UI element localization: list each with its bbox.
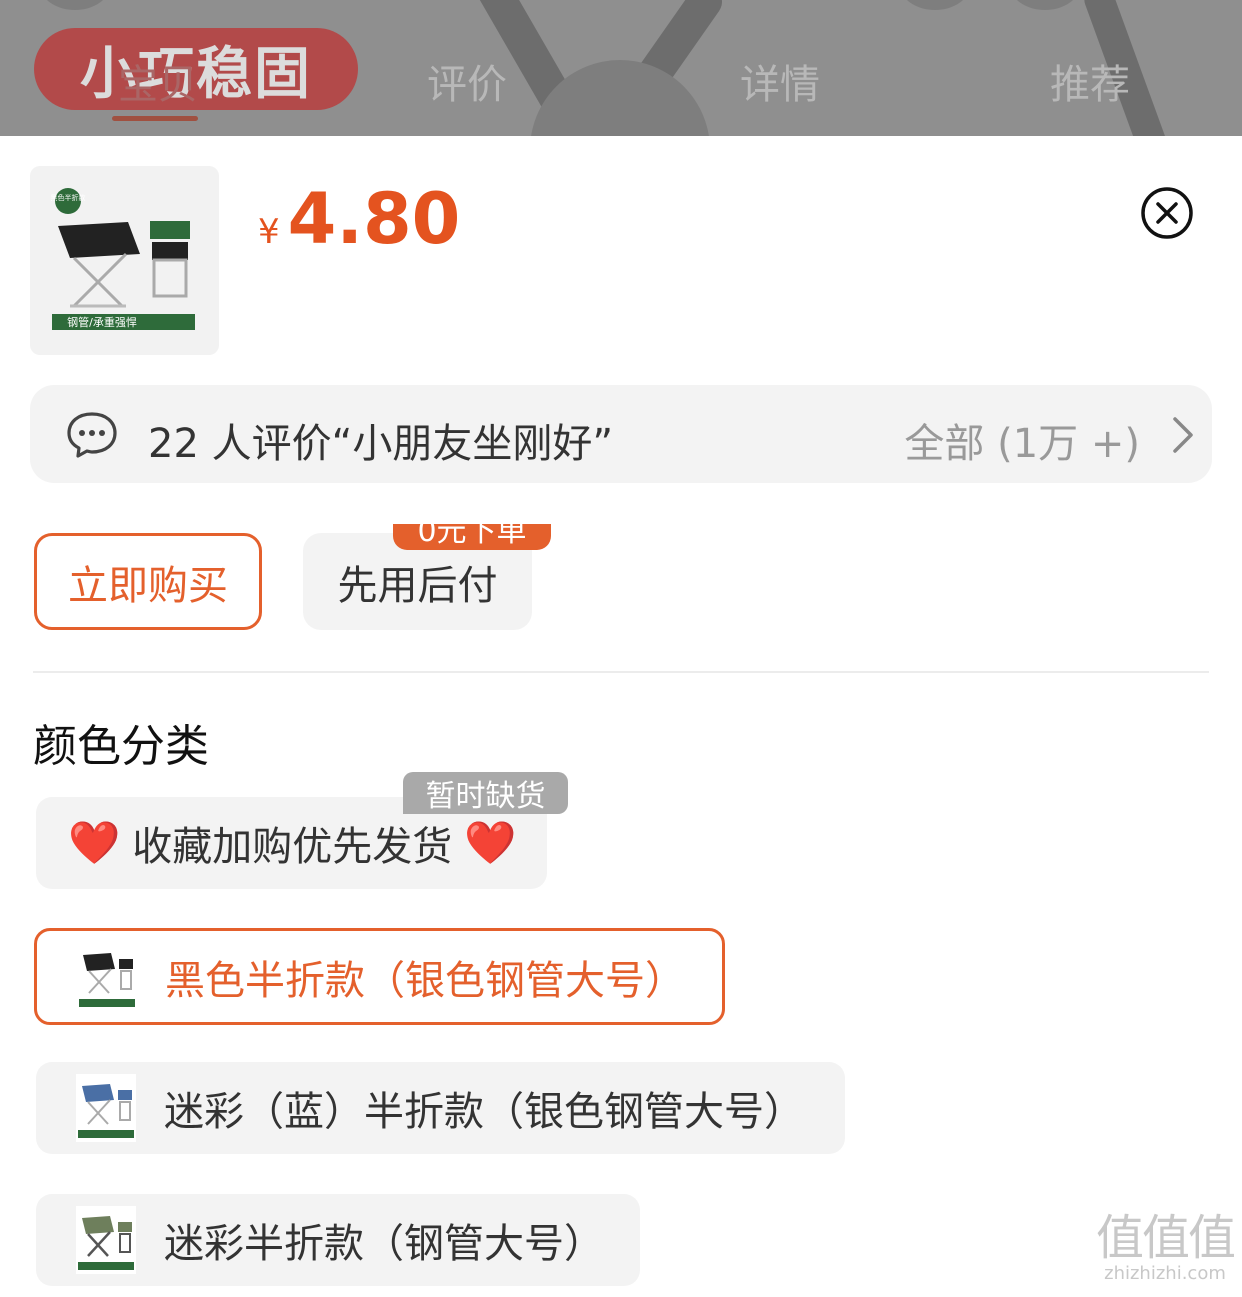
close-button[interactable] [1140,186,1194,240]
tab-reviews[interactable]: 评价 [427,52,507,110]
buy-now-button[interactable]: 立即购买 [34,533,262,630]
product-image: 黑色半折款 钢管/承重强悍 [51,188,195,330]
background-product-image [40,0,110,10]
product-price: ¥ 4.80 [258,178,460,260]
background-product-image [900,0,970,10]
price-currency: ¥ [258,212,280,252]
tab-active-indicator [112,116,198,121]
review-summary-bar[interactable]: 22 人评价“小朋友坐刚好” 全部 (1万 +) [30,385,1212,483]
tab-details[interactable]: 详情 [740,52,820,110]
heart-icon: ❤️ [68,818,121,867]
review-summary-text: 22 人评价“小朋友坐刚好” [148,421,614,467]
close-circle-icon [1141,187,1193,239]
sku-option-label: 迷彩（蓝）半折款（银色钢管大号） [164,1089,804,1135]
background-overlay: 小巧稳固 宝贝 评价 详情 推荐 [0,0,1242,136]
watermark-url: zhizhizhi.com [1104,1263,1226,1284]
thumb-badge-text: 黑色半折款 [51,193,86,202]
divider [33,671,1209,673]
sku-thumbnail [77,942,137,1011]
tab-item[interactable]: 宝贝 [118,52,198,110]
watermark: 值值值 zhizhizhi.com [1095,1210,1236,1284]
watermark-logo: 值值值 [1095,1210,1236,1266]
sku-option-black-half-fold[interactable]: 黑色半折款（银色钢管大号） [34,928,725,1025]
sku-option-label: 黑色半折款（银色钢管大号） [165,957,685,1004]
tab-recommend[interactable]: 推荐 [1050,52,1130,110]
out-of-stock-badge: 暂时缺货 [403,772,568,814]
sku-section-title: 颜色分类 [33,721,209,772]
pay-later-badge: 0元下单 [393,524,551,550]
chevron-right-icon [1173,417,1193,453]
sku-option-camo[interactable]: 迷彩半折款（钢管大号） [36,1194,640,1286]
sku-option-camo-blue[interactable]: 迷彩（蓝）半折款（银色钢管大号） [36,1062,845,1154]
heart-icon: ❤️ [464,818,517,867]
review-all-link[interactable]: 全部 (1万 +) [904,411,1140,469]
background-product-image [1010,0,1080,10]
chat-bubble-icon [67,412,117,458]
sku-thumbnail [76,1074,136,1142]
sku-option-label: 迷彩半折款（钢管大号） [164,1221,604,1267]
thumb-caption-text: 钢管/承重强悍 [67,315,137,329]
price-value: 4.80 [287,178,461,260]
sku-option-label: 收藏加购优先发货 [132,824,453,870]
product-thumbnail[interactable]: 黑色半折款 钢管/承重强悍 [30,166,219,355]
sku-thumbnail [76,1206,136,1274]
